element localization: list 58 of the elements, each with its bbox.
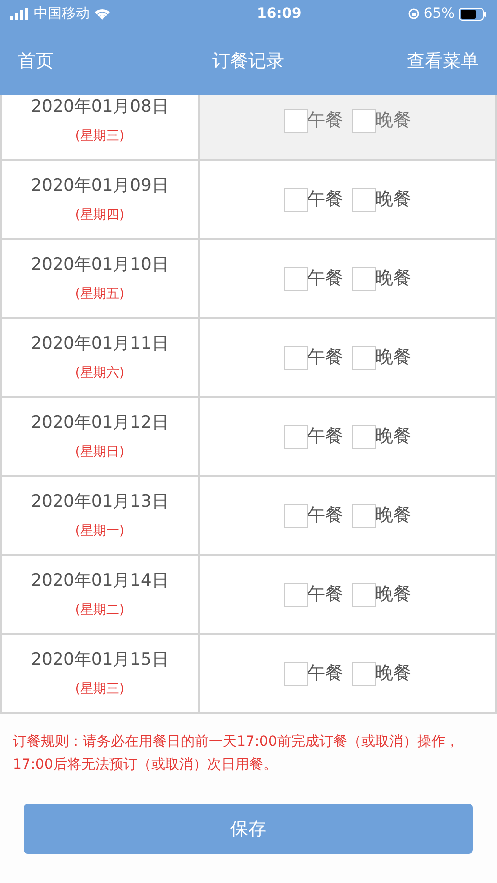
battery-percent: 65%	[424, 4, 455, 24]
meal-checkbox[interactable]	[352, 424, 376, 448]
meal-label: 晚餐	[376, 425, 412, 449]
meal-label: 晚餐	[376, 583, 412, 607]
meal-checkbox[interactable]	[352, 504, 376, 528]
meal-checkbox[interactable]	[284, 266, 308, 290]
meal-label: 晚餐	[376, 188, 412, 212]
date-text: 2020年01月12日	[31, 412, 169, 435]
page-title: 订餐记录	[212, 50, 284, 74]
weekday-text: (星期五)	[75, 286, 125, 304]
date-text: 2020年01月08日	[31, 96, 169, 119]
meal-label: 午餐	[308, 109, 344, 133]
signal-icon	[10, 8, 30, 20]
meal-label: 晚餐	[376, 109, 412, 133]
meal-label: 午餐	[308, 267, 344, 291]
date-text: 2020年01月13日	[31, 491, 169, 514]
date-text: 2020年01月09日	[31, 175, 169, 198]
meal-checkbox[interactable]	[284, 504, 308, 528]
meal-checkbox[interactable]	[284, 582, 308, 606]
meal-label: 晚餐	[376, 346, 412, 370]
clock-time: 16:09	[257, 4, 302, 24]
rotation-lock-icon	[408, 8, 420, 20]
meal-label: 午餐	[308, 425, 344, 449]
weekday-text: (星期二)	[75, 602, 125, 620]
wifi-icon	[94, 8, 111, 20]
meal-label: 午餐	[308, 662, 344, 686]
meal-checkbox[interactable]	[352, 188, 376, 212]
meal-label: 午餐	[308, 188, 344, 212]
meal-checkbox[interactable]	[352, 662, 376, 686]
home-link[interactable]: 首页	[18, 48, 118, 75]
date-text: 2020年01月14日	[31, 570, 169, 593]
date-text: 2020年01月15日	[31, 649, 169, 672]
weekday-text: (星期三)	[75, 680, 125, 698]
battery-icon	[458, 8, 487, 20]
meal-checkbox[interactable]	[352, 582, 376, 606]
date-text: 2020年01月10日	[31, 254, 169, 277]
meal-checkbox[interactable]	[284, 188, 308, 212]
weekday-text: (星期三)	[75, 128, 125, 146]
carrier-name: 中国移动	[34, 4, 90, 24]
date-text: 2020年01月11日	[31, 333, 169, 356]
meal-label: 午餐	[308, 504, 344, 528]
weekday-text: (星期四)	[75, 206, 125, 224]
view-menu-link[interactable]: 查看菜单	[379, 48, 479, 75]
weekday-text: (星期一)	[75, 522, 125, 540]
meal-label: 晚餐	[376, 504, 412, 528]
meal-checkbox[interactable]	[284, 662, 308, 686]
weekday-text: (星期六)	[75, 364, 125, 382]
ordering-rule-text: 订餐规则：请务必在用餐日的前一天17:00前完成订餐（或取消）操作，17:00后将无法预订（或取消）次日用餐。	[12, 733, 460, 775]
meal-checkbox[interactable]	[284, 346, 308, 370]
meal-label: 晚餐	[376, 267, 412, 291]
weekday-text: (星期日)	[75, 444, 125, 462]
meal-checkbox[interactable]	[352, 266, 376, 290]
meal-checkbox[interactable]	[352, 346, 376, 370]
meal-label: 午餐	[308, 346, 344, 370]
meal-checkbox[interactable]	[284, 424, 308, 448]
meal-label: 午餐	[308, 583, 344, 607]
meal-label: 晚餐	[376, 662, 412, 686]
save-button[interactable]: 保存	[24, 804, 473, 854]
